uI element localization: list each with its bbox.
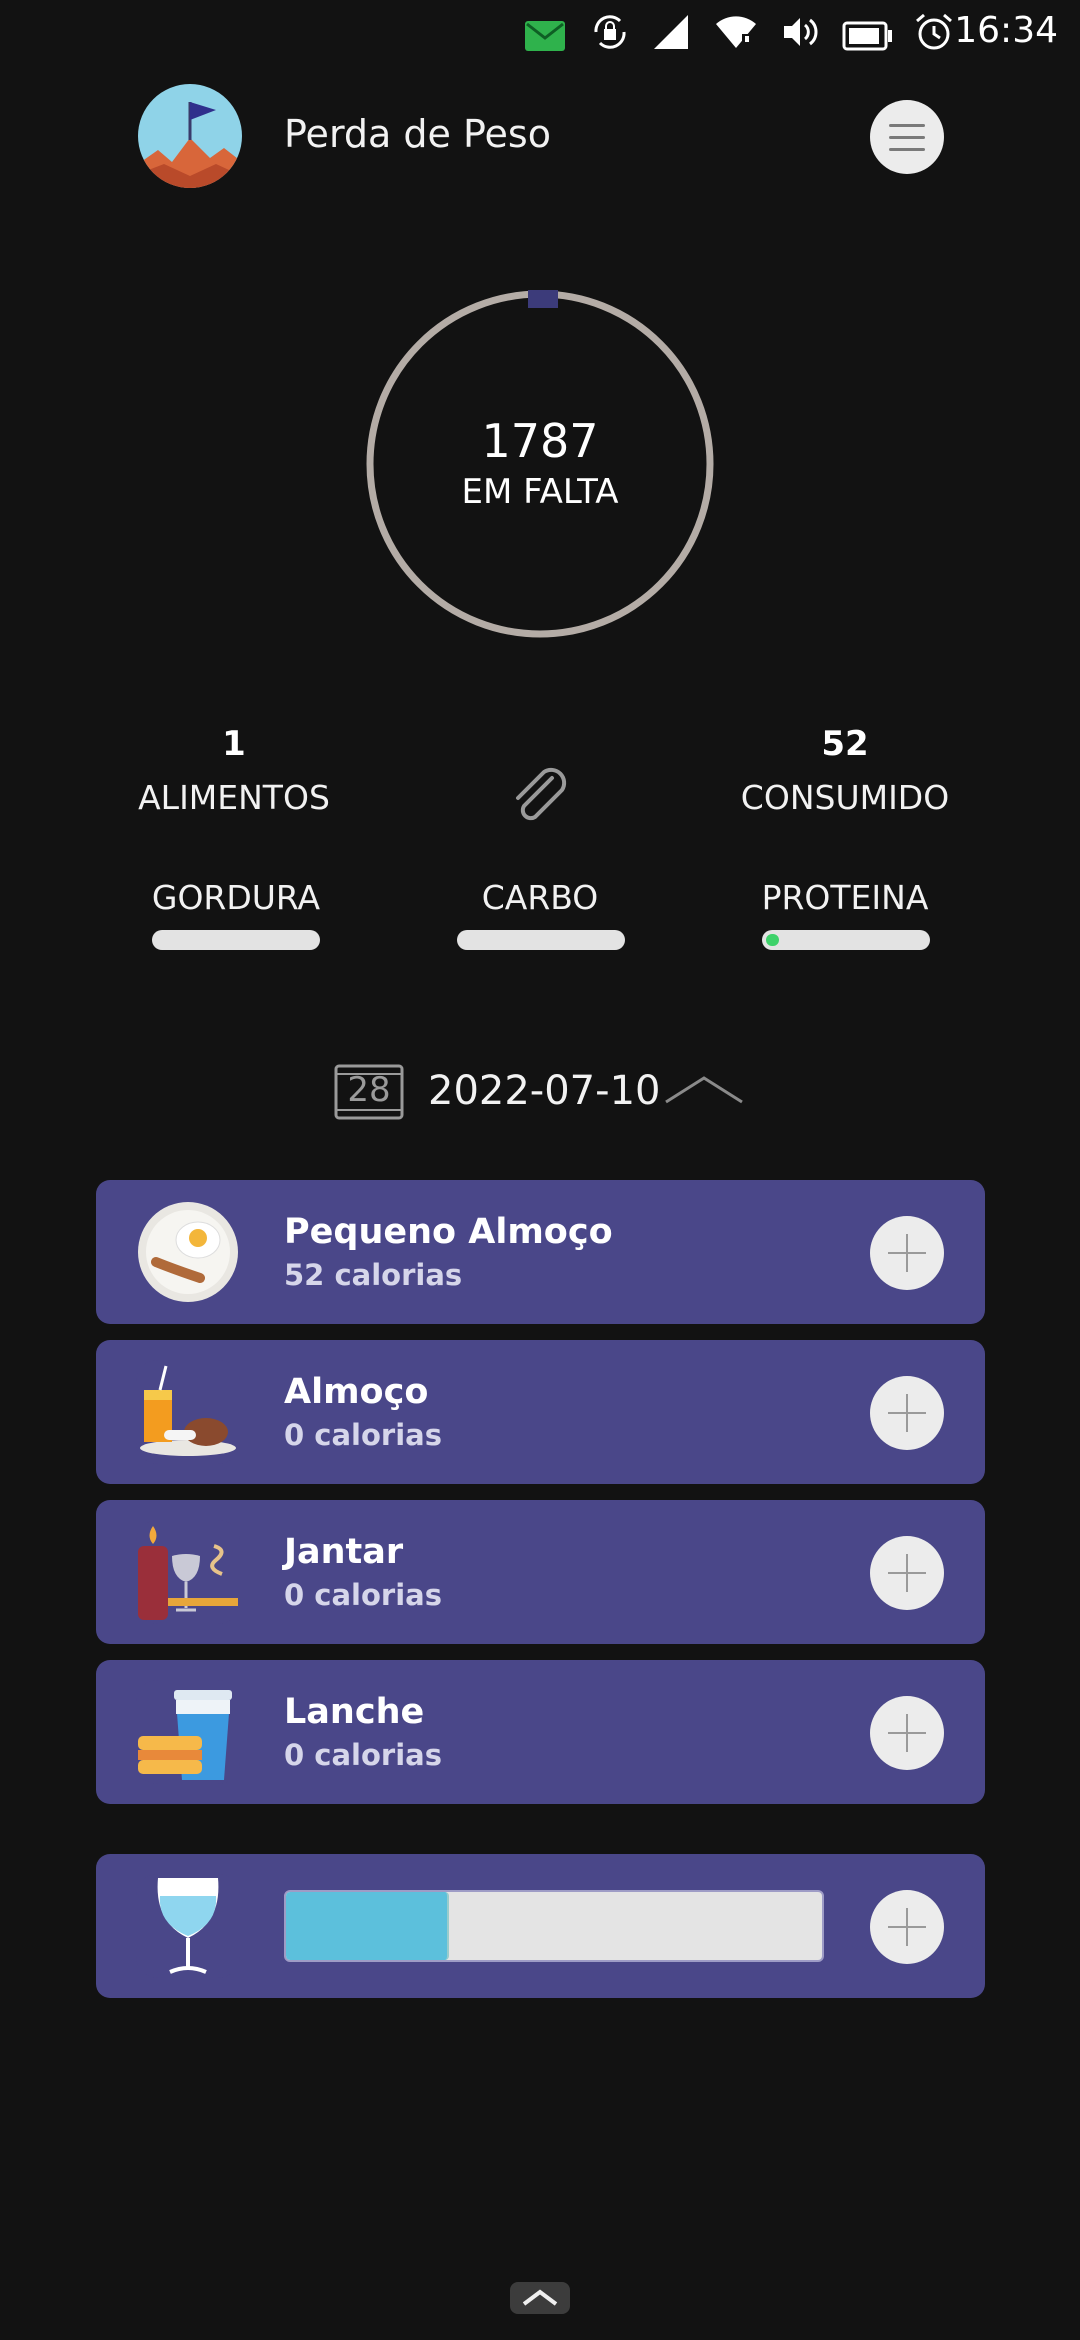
foods-label: ALIMENTOS (138, 778, 330, 817)
macro-fat-bar (152, 930, 320, 950)
meal-calories: 0 calorias (284, 1738, 442, 1772)
meal-card-dinner[interactable]: Jantar 0 calorias (96, 1500, 985, 1644)
add-lunch-button[interactable] (870, 1376, 944, 1450)
meal-name: Jantar (284, 1532, 404, 1572)
chevron-up-icon (522, 2289, 558, 2306)
status-bar: 16:34 (0, 0, 1080, 64)
add-dinner-button[interactable] (870, 1536, 944, 1610)
macro-fat-label: GORDURA (151, 878, 321, 917)
meal-calories: 52 calorias (284, 1258, 463, 1292)
remaining-label: EM FALTA (461, 472, 619, 512)
calendar-day: 28 (347, 1070, 391, 1110)
battery-icon (842, 21, 892, 51)
meal-card-breakfast[interactable]: Pequeno Almoço 52 calorias (96, 1180, 985, 1324)
selected-date[interactable]: 2022-07-10 (428, 1068, 660, 1114)
app-title: Perda de Peso (284, 112, 551, 156)
water-progress-bar[interactable] (284, 1890, 824, 1962)
signal-icon (654, 15, 688, 49)
meal-name: Pequeno Almoço (284, 1212, 613, 1252)
snack-cup-icon (136, 1680, 240, 1784)
ring-progress-mark (528, 290, 558, 308)
macro-carb-bar (457, 930, 625, 950)
wifi-icon (716, 16, 756, 48)
mountain-flag-icon[interactable] (138, 84, 242, 188)
consumed-value: 52 (821, 724, 869, 764)
alarm-icon (916, 13, 952, 50)
calendar-icon[interactable]: 28 (334, 1062, 404, 1120)
mail-icon (525, 21, 565, 51)
macro-carb-label: CARBO (481, 878, 599, 917)
lunch-tray-icon (136, 1360, 240, 1464)
water-progress-fill (286, 1892, 449, 1960)
status-time: 16:34 (954, 10, 1058, 51)
volume-icon (784, 18, 818, 46)
add-breakfast-button[interactable] (870, 1216, 944, 1290)
foods-count: 1 (222, 724, 246, 764)
paperclip-icon[interactable] (504, 762, 576, 834)
consumed-label: CONSUMIDO (740, 778, 950, 817)
macro-protein-label: PROTEINA (761, 878, 929, 917)
chevron-up-icon[interactable] (662, 1072, 746, 1106)
dinner-candle-icon (136, 1520, 240, 1624)
add-snack-button[interactable] (870, 1696, 944, 1770)
water-glass-icon (136, 1874, 240, 1978)
meal-calories: 0 calorias (284, 1578, 442, 1612)
hamburger-menu-icon[interactable] (870, 100, 944, 174)
bottom-sheet-handle[interactable] (510, 2282, 570, 2314)
breakfast-plate-icon (138, 1202, 238, 1302)
meal-card-snack[interactable]: Lanche 0 calorias (96, 1660, 985, 1804)
meal-card-lunch[interactable]: Almoço 0 calorias (96, 1340, 985, 1484)
add-water-button[interactable] (870, 1890, 944, 1964)
macro-protein-fill (766, 934, 779, 946)
meal-calories: 0 calorias (284, 1418, 442, 1452)
water-card[interactable] (96, 1854, 985, 1998)
meal-name: Lanche (284, 1692, 425, 1732)
lock-rotation-icon (594, 15, 626, 49)
meal-name: Almoço (284, 1372, 429, 1412)
remaining-calories: 1787 (481, 414, 599, 468)
macro-protein-bar (762, 930, 930, 950)
